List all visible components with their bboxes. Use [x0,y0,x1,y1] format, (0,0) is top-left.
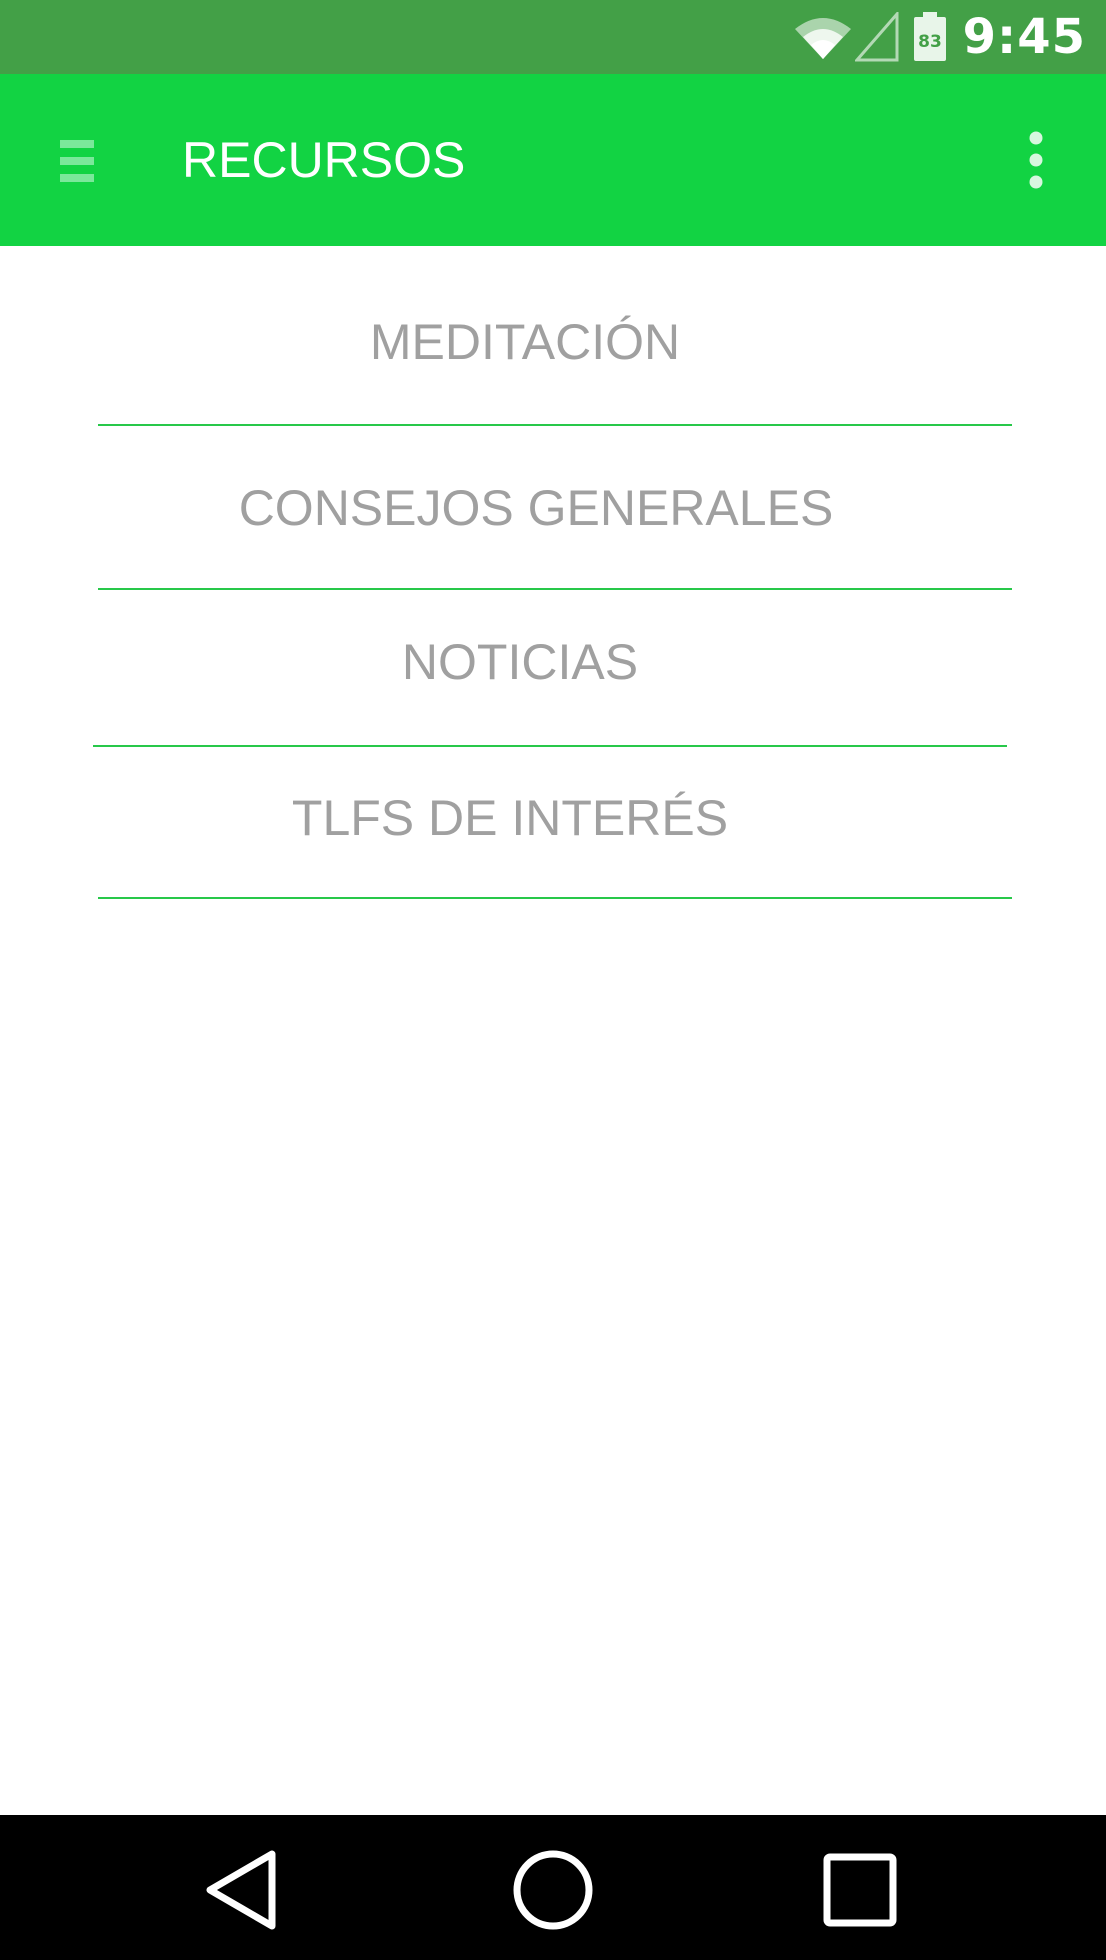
resource-item-noticias[interactable]: NOTICIAS [100,632,940,692]
recents-button[interactable] [810,1845,910,1935]
hamburger-menu-icon [60,140,94,182]
battery-icon: 83 [913,12,947,62]
home-icon [513,1850,593,1930]
resource-item-tlfs-de-interes[interactable]: TLFS DE INTERÉS [100,788,920,848]
app-bar: RECURSOS [0,74,1106,246]
cell-signal-icon [854,12,899,62]
status-icons: 83 9:45 [793,0,1086,74]
resource-item-consejos-generales[interactable]: CONSEJOS GENERALES [100,478,972,538]
back-icon [206,1850,276,1930]
home-button[interactable] [503,1845,603,1935]
svg-text:83: 83 [918,32,942,52]
system-nav-bar [0,1815,1106,1960]
divider [98,424,1012,426]
divider [93,745,1007,747]
status-time: 9:45 [962,9,1086,65]
back-button[interactable] [192,1845,292,1935]
recents-icon [823,1853,897,1927]
status-bar: 83 9:45 [0,0,1106,74]
more-vert-icon [1029,131,1043,189]
divider [98,897,1012,899]
divider [98,588,1012,590]
wifi-icon [793,13,853,61]
page-title: RECURSOS [182,132,466,188]
menu-button[interactable] [40,126,114,196]
resource-item-meditacion[interactable]: MEDITACIÓN [100,312,950,372]
overflow-menu-button[interactable] [1006,122,1066,198]
